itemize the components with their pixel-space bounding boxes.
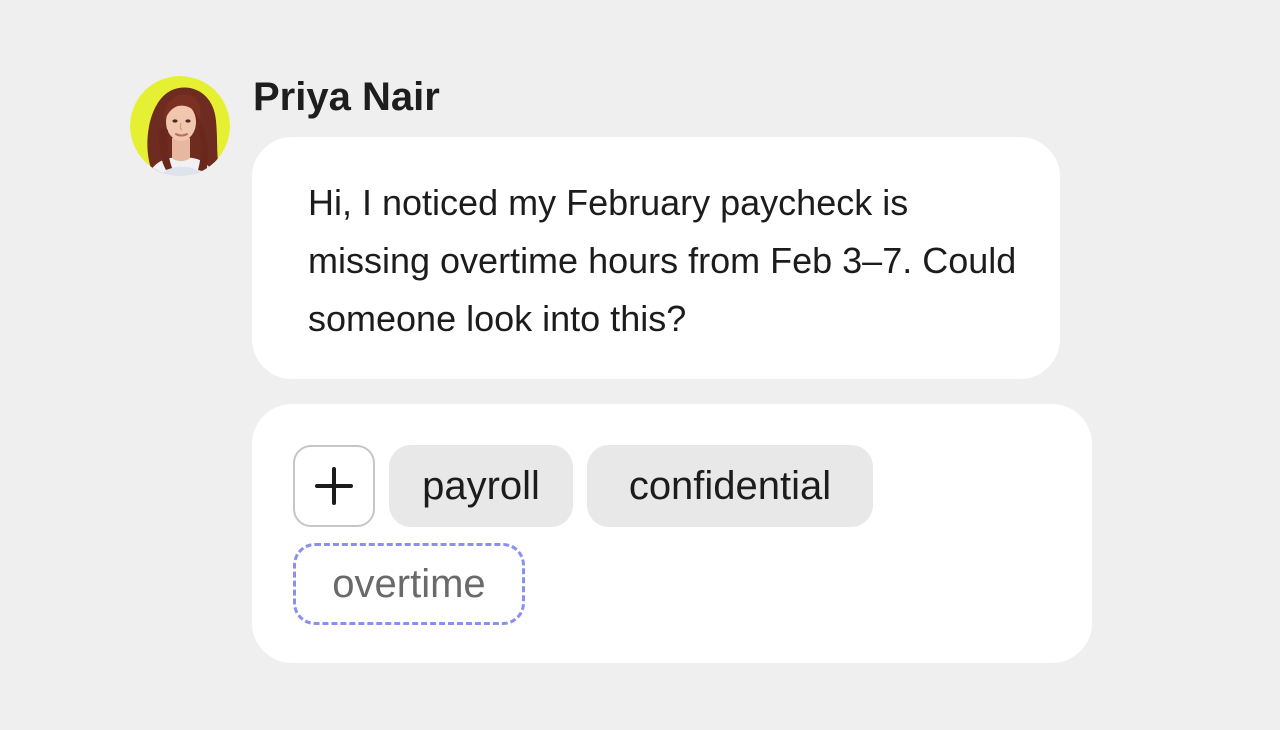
user-photo-icon xyxy=(130,76,230,176)
avatar xyxy=(130,76,230,176)
tags-panel: payroll confidential overtime xyxy=(252,404,1092,663)
message-text: Hi, I noticed my February paycheck is mi… xyxy=(308,182,1017,339)
add-tag-button[interactable] xyxy=(293,445,375,527)
tag-chip-confidential[interactable]: confidential xyxy=(587,445,873,527)
tag-chip-payroll[interactable]: payroll xyxy=(389,445,573,527)
plus-icon xyxy=(315,467,353,505)
sender-name: Priya Nair xyxy=(253,75,440,119)
message-bubble: Hi, I noticed my February paycheck is mi… xyxy=(252,137,1060,379)
new-tag-input[interactable]: overtime xyxy=(293,543,525,625)
